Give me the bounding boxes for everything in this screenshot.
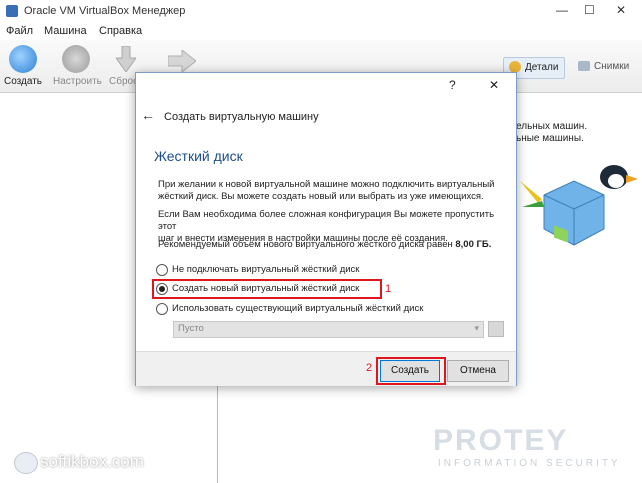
welcome-line-1: ельных машин. [516,121,588,132]
chevron-down-icon: ▾ [474,323,479,333]
create-vm-dialog: ? ✕ ← Создать виртуальную машину Жесткий… [135,72,517,386]
toolbar-create-button[interactable]: Создать [0,40,44,92]
toolbar-configure-button[interactable]: Настроить [50,40,102,92]
gear-icon [62,45,90,73]
dialog-title: Создать виртуальную машину [164,111,319,123]
intro-line-1: При желании к новой виртуальной машине м… [158,179,495,190]
virtualbox-app-icon [6,5,18,17]
marker-2: 2 [366,362,373,374]
main-titlebar: Oracle VM VirtualBox Менеджер — ☐ ✕ [0,0,642,22]
menu-machine[interactable]: Машина [44,25,87,37]
radio-existing-disk[interactable] [156,303,168,315]
discard-arrow-down-icon [116,46,136,72]
toolbar-discard-label: Сброс [109,76,139,87]
option-no-disk-label: Не подключать виртуальный жёсткий диск [172,264,360,275]
page-heading: Жесткий диск [154,148,243,164]
create-button[interactable]: Создать [380,360,440,382]
start-arrow-right-icon [168,50,196,72]
back-arrow-icon[interactable]: ← [141,107,155,123]
radio-no-disk[interactable] [156,264,168,276]
menu-file[interactable]: Файл [6,25,33,37]
option-create-disk[interactable]: Создать новый виртуальный жёсткий диск [156,282,376,296]
protey-subtitle-watermark: INFORMATION SECURITY [438,458,621,469]
create-sun-icon [9,45,37,73]
snapshots-label: Снимки [594,61,630,72]
option-no-disk[interactable]: Не подключать виртуальный жёсткий диск [156,263,476,277]
intro-line-2: жёсткий диск. Вы можете создать новый ил… [158,191,484,202]
recommended-size-prefix: Рекомендуемый объём нового виртуального … [158,239,456,250]
combo-value: Пусто [178,323,204,334]
intro-paragraph: При желании к новой виртуальной машине м… [158,179,503,203]
advanced-line-1: Если Вам необходима более сложная конфиг… [158,209,495,232]
softikbox-watermark: softikbox.com [40,452,144,471]
dialog-close-button[interactable]: ✕ [489,78,499,92]
virtualbox-cube-penguin-illustration [520,165,638,246]
option-create-disk-label: Создать новый виртуальный жёсткий диск [172,283,360,294]
recommended-size-text: Рекомендуемый объём нового виртуального … [158,239,503,251]
choose-disk-folder-icon[interactable] [488,321,504,337]
snapshots-view-button[interactable]: Снимки [574,57,634,77]
welcome-line-2: ьные машины. [516,133,584,144]
toolbar-create-label: Создать [4,76,43,87]
recommended-size-value: 8,00 ГБ. [455,239,492,250]
existing-disk-combo[interactable]: Пусто ▾ [173,321,484,338]
minimize-button[interactable]: — [556,3,568,17]
dialog-button-bar: 2 Создать Отмена [136,351,516,386]
camera-icon [578,61,590,71]
cancel-button[interactable]: Отмена [447,360,509,382]
marker-1: 1 [385,283,392,295]
menu-help[interactable]: Справка [99,25,142,37]
close-window-button[interactable]: ✕ [616,3,626,17]
option-existing-disk[interactable]: Использовать существующий виртуальный жё… [156,302,476,316]
option-existing-disk-label: Использовать существующий виртуальный жё… [172,303,424,314]
softikbox-logo-icon [14,452,38,474]
protey-watermark: PROTEY [433,424,569,457]
window-title: Oracle VM VirtualBox Менеджер [24,5,186,17]
radio-create-disk[interactable] [156,283,168,295]
menu-bar: Файл Машина Справка [0,22,642,40]
toolbar-configure-label: Настроить [53,76,102,87]
details-label: Детали [525,62,559,73]
maximize-button[interactable]: ☐ [584,3,595,17]
help-button[interactable]: ? [449,78,456,92]
